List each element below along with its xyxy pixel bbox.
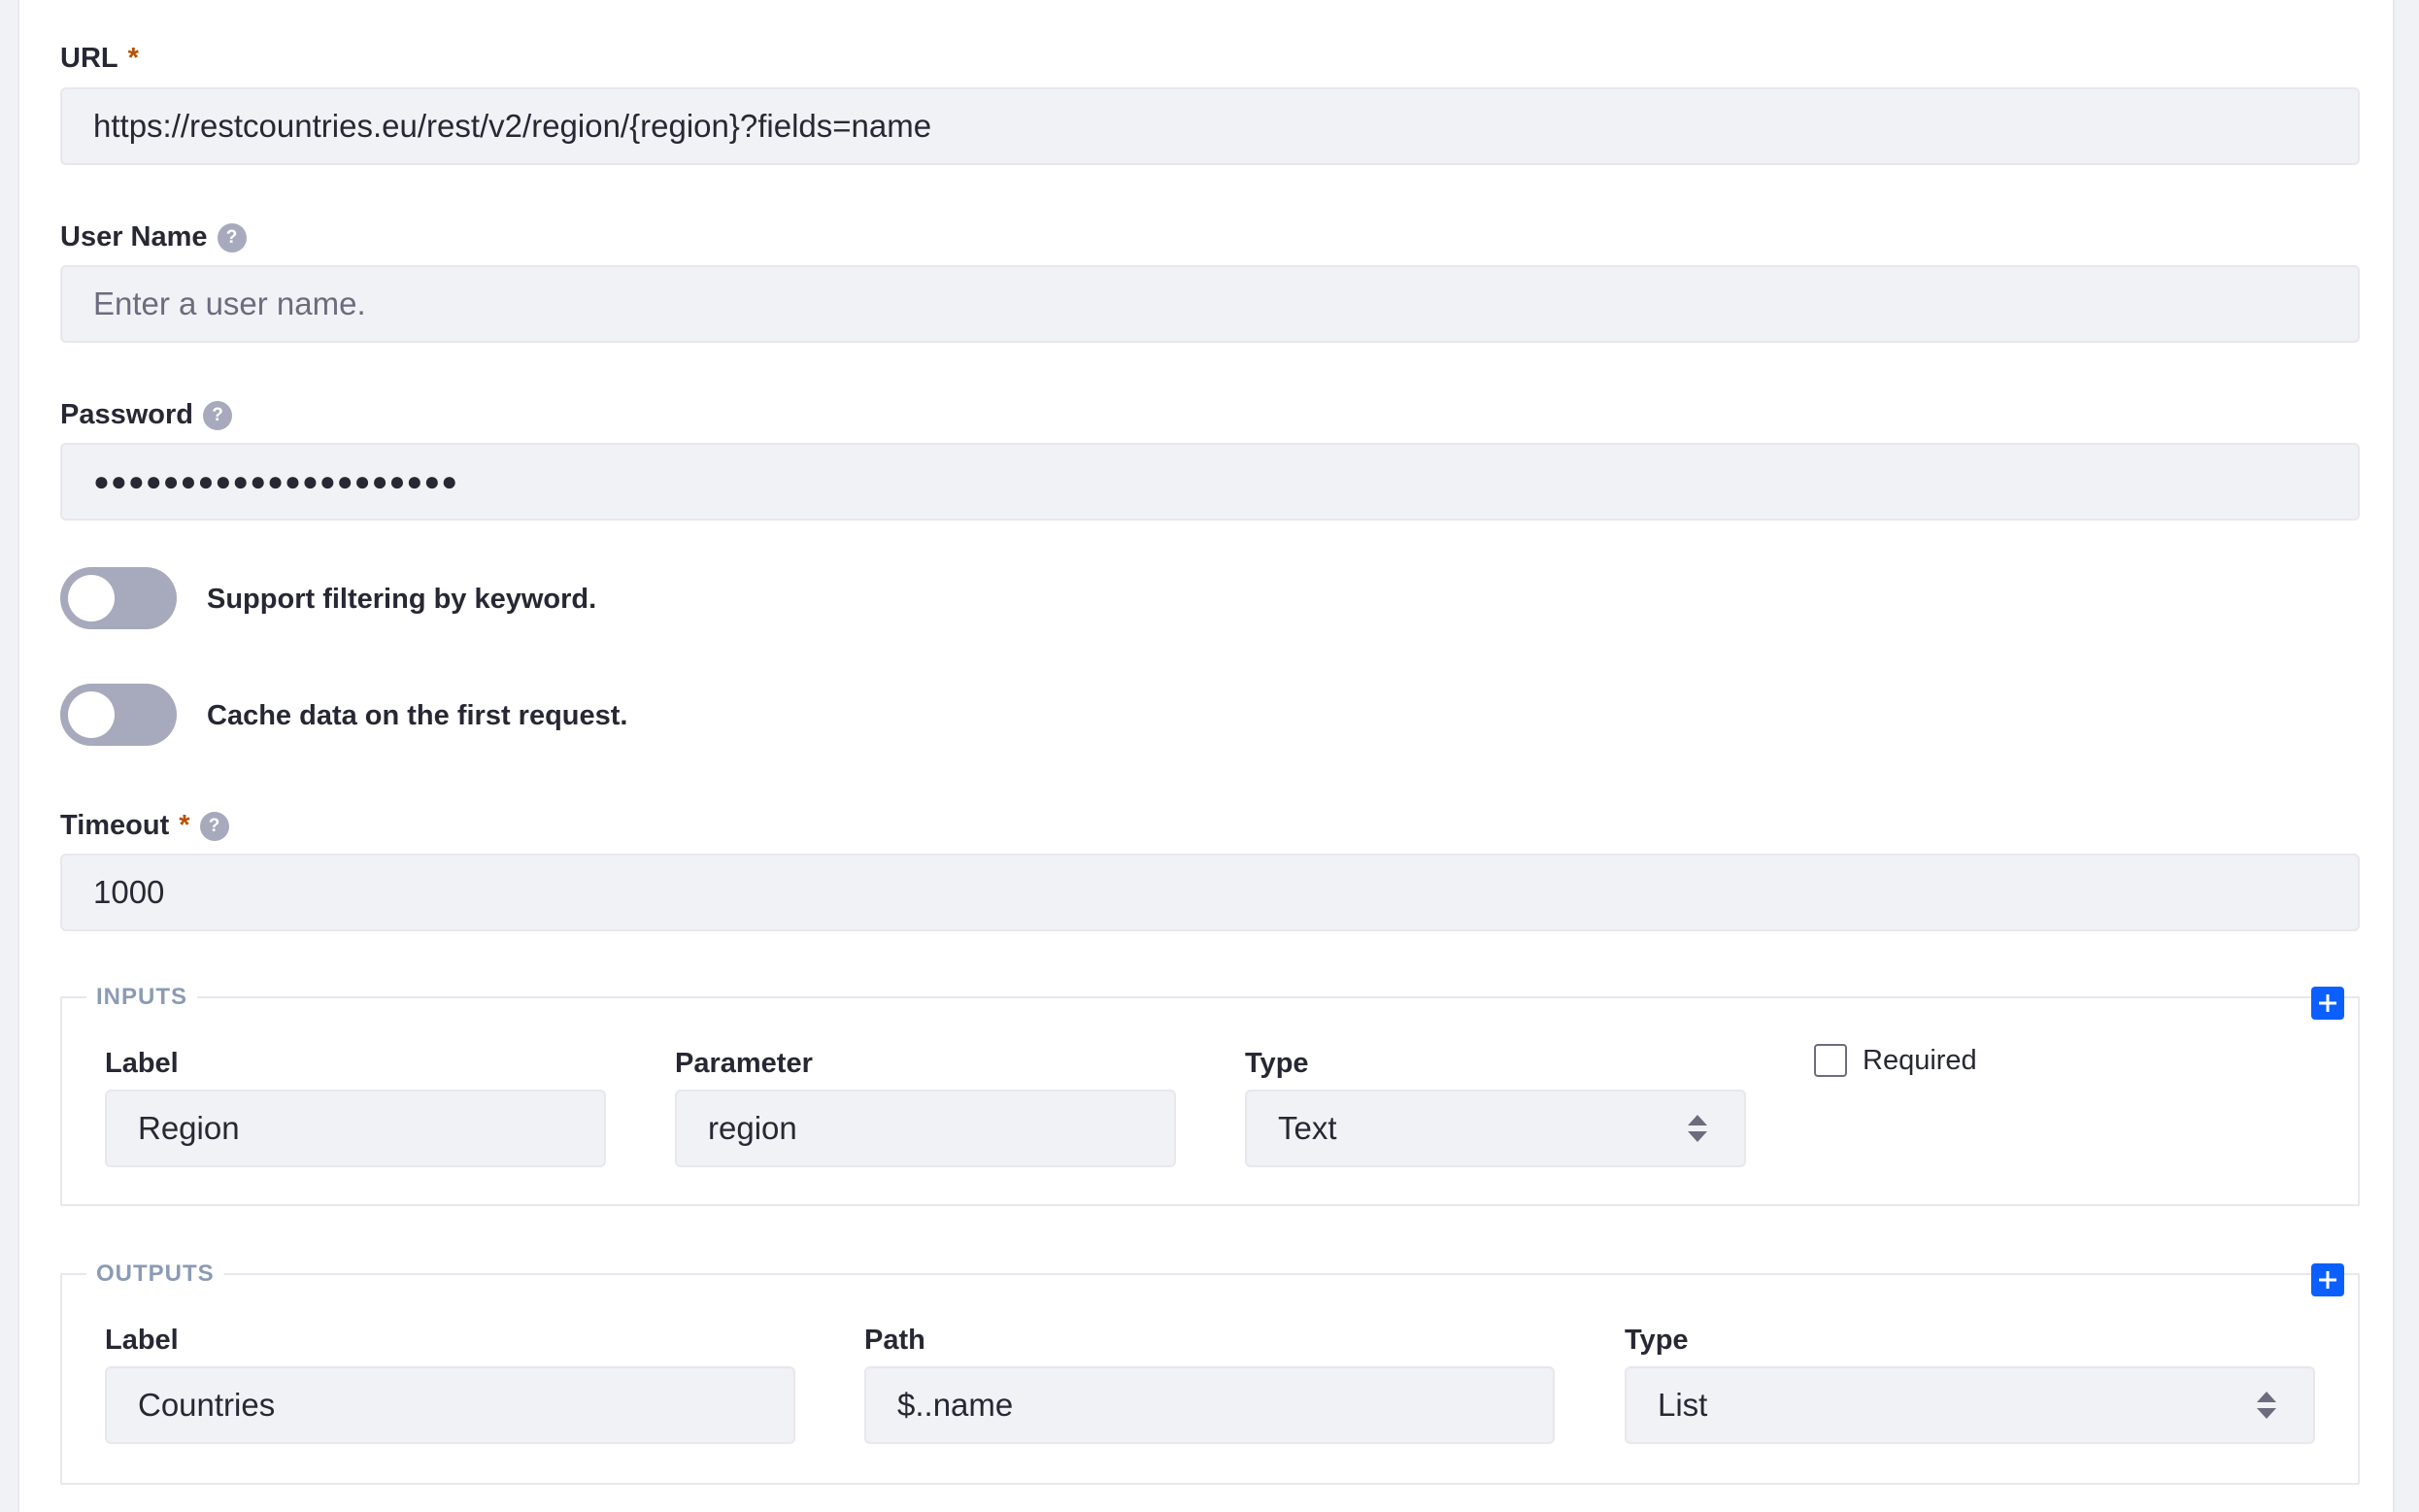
required-checkbox[interactable] — [1814, 1044, 1847, 1077]
timeout-value: 1000 — [93, 874, 165, 910]
input-label-field[interactable]: Region — [105, 1090, 606, 1167]
username-input[interactable]: Enter a user name. — [60, 265, 2360, 343]
help-icon[interactable]: ? — [203, 400, 232, 430]
input-parameter-field[interactable]: region — [675, 1090, 1176, 1167]
plus-icon — [2319, 994, 2336, 1012]
outputs-type-header: Type — [1625, 1325, 1689, 1356]
required-mark: * — [127, 43, 139, 74]
cache-toggle[interactable] — [60, 684, 177, 746]
add-input-button[interactable] — [2311, 987, 2344, 1020]
help-icon[interactable]: ? — [217, 222, 247, 252]
url-label: URL * — [60, 43, 139, 75]
toggle-knob — [68, 575, 115, 622]
filter-toggle-label: Support filtering by keyword. — [207, 584, 597, 615]
filter-toggle[interactable] — [60, 567, 177, 629]
username-label-text: User Name — [60, 221, 208, 252]
outputs-label-header: Label — [105, 1325, 179, 1356]
inputs-legend: INPUTS — [86, 984, 198, 1011]
add-output-button[interactable] — [2311, 1263, 2344, 1296]
inputs-label-header: Label — [105, 1048, 179, 1079]
output-label-value: Countries — [138, 1387, 276, 1423]
inputs-parameter-header: Parameter — [675, 1048, 813, 1079]
required-mark: * — [179, 810, 190, 841]
password-input[interactable]: ●●●●●●●●●●●●●●●●●●●●● — [60, 443, 2360, 521]
data-provider-form: URL * https://restcountries.eu/rest/v2/re… — [17, 0, 2395, 1512]
url-label-text: URL — [60, 43, 118, 74]
input-parameter-value: region — [708, 1110, 797, 1146]
required-checkbox-label: Required — [1863, 1045, 1977, 1076]
input-type-value: Text — [1278, 1110, 1337, 1146]
username-label: User Name ? — [60, 221, 247, 253]
caret-double-icon — [2257, 1392, 2276, 1419]
password-value: ●●●●●●●●●●●●●●●●●●●●● — [93, 466, 459, 496]
password-label: Password ? — [60, 399, 232, 431]
caret-double-icon — [1688, 1115, 1707, 1142]
timeout-label: Timeout * ? — [60, 810, 229, 842]
plus-icon — [2319, 1271, 2336, 1289]
output-path-value: $..name — [897, 1387, 1014, 1423]
help-icon[interactable]: ? — [199, 811, 229, 841]
toggle-knob — [68, 691, 115, 738]
output-type-select[interactable]: List — [1625, 1366, 2315, 1444]
input-label-value: Region — [138, 1110, 240, 1146]
cache-toggle-label: Cache data on the first request. — [207, 700, 628, 731]
timeout-input[interactable]: 1000 — [60, 854, 2360, 931]
input-type-select[interactable]: Text — [1245, 1090, 1746, 1167]
outputs-path-header: Path — [864, 1325, 925, 1356]
output-path-field[interactable]: $..name — [864, 1366, 1555, 1444]
output-type-value: List — [1658, 1387, 1708, 1423]
output-label-field[interactable]: Countries — [105, 1366, 795, 1444]
password-label-text: Password — [60, 399, 193, 430]
timeout-label-text: Timeout — [60, 810, 170, 841]
inputs-type-header: Type — [1245, 1048, 1309, 1079]
url-input[interactable]: https://restcountries.eu/rest/v2/region/… — [60, 87, 2360, 165]
url-value: https://restcountries.eu/rest/v2/region/… — [93, 108, 932, 144]
outputs-legend: OUTPUTS — [86, 1260, 224, 1288]
username-placeholder: Enter a user name. — [93, 286, 366, 321]
